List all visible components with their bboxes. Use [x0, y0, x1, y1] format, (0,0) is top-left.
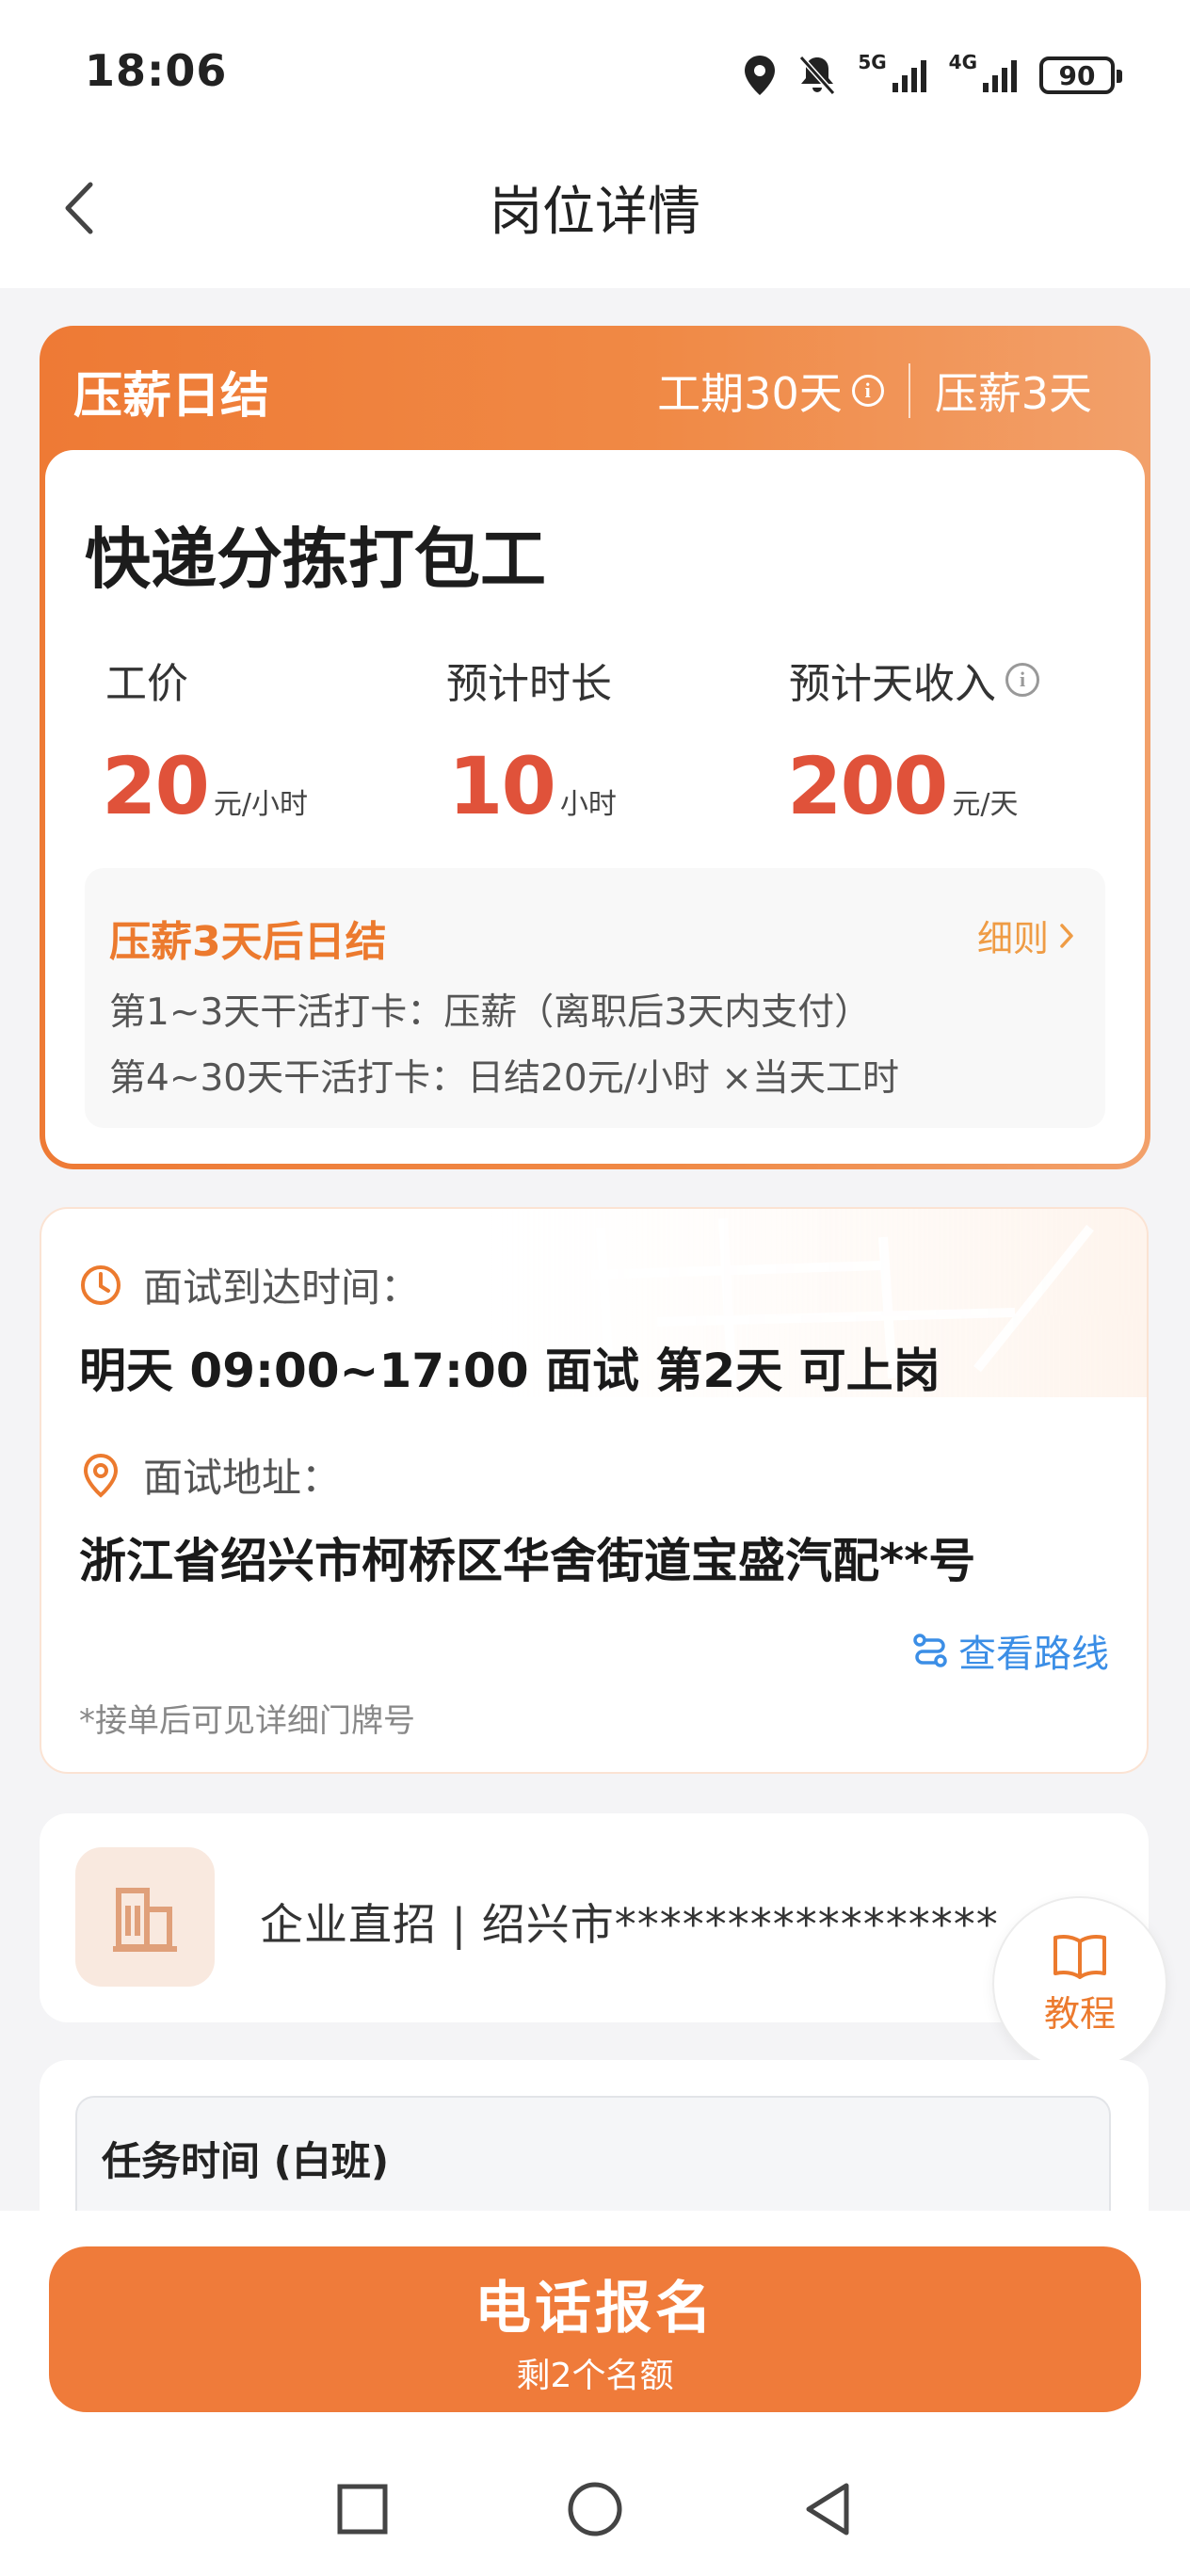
battery-icon: 90 [1039, 56, 1122, 94]
stat-unit: 小时 [559, 788, 617, 821]
battery-level: 90 [1058, 59, 1096, 91]
stat-label-hours: 预计时长 [446, 650, 612, 710]
route-link-text: 查看路线 [958, 1633, 1109, 1676]
system-navigation-bar [0, 2467, 1190, 2552]
info-icon[interactable]: i [851, 375, 884, 407]
task-time-title: 任务时间 (白班) [102, 2138, 390, 2184]
stat-value-hours: 10 小时 [448, 740, 617, 832]
stat-unit: 元/小时 [213, 788, 309, 821]
page-title: 岗位详情 [490, 182, 700, 243]
home-circle-icon[interactable] [566, 2480, 624, 2538]
stat-number: 20 [102, 740, 210, 832]
salary-header-info: 工期30天 i 压薪3天 [657, 360, 1092, 422]
route-icon [913, 1634, 947, 1667]
location-icon [745, 56, 776, 95]
stat-label-text: 预计天收入 [789, 660, 996, 708]
header-divider [908, 363, 910, 418]
address-note: *接单后可见详细门牌号 [79, 1702, 415, 1740]
work-period: 工期30天 [657, 368, 843, 419]
label-text: 面试地址： [143, 1455, 342, 1501]
stat-label-text: 工价 [105, 660, 188, 708]
phone-apply-button[interactable]: 电话报名 剩2个名额 [49, 2246, 1141, 2412]
stat-number: 200 [787, 740, 948, 832]
stat-value-income: 200 元/天 [787, 740, 1018, 832]
back-triangle-icon[interactable] [801, 2480, 854, 2538]
label-text: 面试到达时间： [143, 1264, 421, 1311]
info-icon[interactable]: i [1005, 663, 1039, 697]
interview-time-label: 面试到达时间： [79, 1256, 420, 1313]
interview-time-value: 明天 09:00~17:00 面试 第2天 可上岗 [79, 1344, 941, 1398]
signal-4g-label: 4G [948, 51, 977, 73]
stat-label-wage: 工价 [105, 650, 188, 710]
clock-icon [81, 1264, 121, 1305]
interview-address-value: 浙江省绍兴市柯桥区华舍街道宝盛汽配**号 [79, 1534, 976, 1588]
salary-tag: 压薪日结 [73, 368, 270, 425]
view-route-link[interactable]: 查看路线 [911, 1623, 1109, 1678]
tutorial-label: 教程 [1043, 1992, 1116, 2035]
salary-hold: 压薪3天 [934, 368, 1092, 419]
company-info: 企业直招 | 绍兴市***************** [260, 1899, 999, 1950]
signal-icon [892, 60, 926, 92]
status-time: 18:06 [85, 45, 228, 96]
book-icon [1053, 1934, 1106, 1979]
interview-address-label: 面试地址： [79, 1446, 341, 1504]
rule-link-text: 细则 [976, 918, 1049, 959]
building-icon [75, 1847, 215, 1987]
signal-icon [983, 60, 1017, 92]
stat-number: 10 [448, 740, 556, 832]
rule-details-link[interactable]: 细则 [977, 910, 1075, 961]
location-pin-icon [83, 1453, 119, 1498]
recents-square-icon[interactable] [336, 2483, 389, 2536]
stat-value-wage: 20 元/小时 [102, 740, 308, 832]
stat-label-income: 预计天收入 i [789, 650, 1039, 710]
stat-label-text: 预计时长 [446, 660, 612, 708]
apply-button-label: 电话报名 [474, 2275, 716, 2342]
signal-5g-label: 5G [858, 51, 887, 73]
job-title: 快递分拣打包工 [85, 521, 546, 598]
remaining-slots: 剩2个名额 [516, 2356, 674, 2395]
tutorial-button[interactable]: 教程 [992, 1896, 1167, 2071]
rule-line: 第4~30天干活打卡：日结20元/小时 ×当天工时 [109, 1057, 899, 1100]
rule-line: 第1~3天干活打卡：压薪（离职后3天内支付） [109, 991, 872, 1034]
mute-bell-icon [799, 55, 836, 96]
chevron-right-icon [1060, 923, 1073, 948]
rule-title: 压薪3天后日结 [109, 918, 387, 966]
status-icons: 5G 4G 90 [743, 47, 1122, 104]
stat-unit: 元/天 [952, 788, 1019, 821]
